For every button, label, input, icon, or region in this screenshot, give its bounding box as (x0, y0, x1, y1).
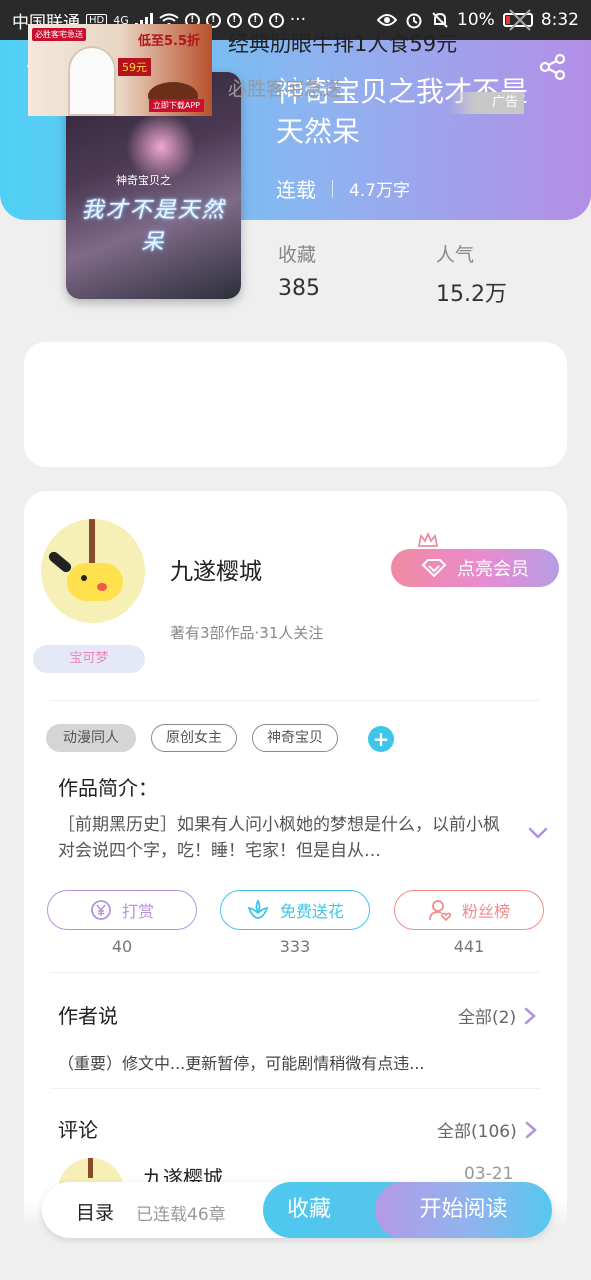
send-flower-button[interactable]: 免费送花 (220, 890, 370, 930)
alert-icon: ! (268, 12, 284, 28)
author-meta: 著有3部作品·31人关注 (170, 624, 324, 642)
popularity-label: 人气 (436, 244, 475, 266)
author-says-more-label: 全部(2) (458, 1008, 517, 1028)
author-note[interactable]: （重要）修文中...更新暂停，可能剧情稍微有点违... (58, 1050, 425, 1074)
fan-ranking-label: 粉丝榜 (461, 902, 510, 921)
favorites-value: 385 (278, 276, 320, 301)
avatar-pikachu (67, 563, 123, 601)
divider (50, 700, 540, 701)
tag-original-heroine[interactable]: 原创女主 (151, 724, 237, 752)
mute-bell-icon (432, 12, 448, 28)
cover-stylized-title: 我才不是天然呆 (81, 198, 226, 255)
ad-model-figure (68, 46, 116, 116)
chevron-right-icon (525, 1121, 537, 1138)
author-avatar[interactable] (41, 519, 145, 623)
comments-heading: 评论 (58, 1118, 98, 1142)
ad-image[interactable]: 必胜客宅急送 低至5.5折 59元 立即下载APP (28, 24, 212, 116)
ad-brand: 必胜客宅急送 (32, 28, 86, 41)
avatar-strap (88, 1158, 93, 1178)
comment-date: 03-21 (464, 1164, 514, 1184)
send-flower-label: 免费送花 (279, 902, 344, 921)
more-notifications-label: ··· (289, 10, 306, 30)
tag-pokemon[interactable]: 神奇宝贝 (252, 724, 338, 752)
eye-icon (377, 14, 398, 26)
flower-count: 333 (279, 937, 311, 956)
add-tag-icon[interactable]: + (368, 726, 394, 752)
intro-text[interactable]: ［前期黑历史］如果有人问小枫她的梦想是什么，以前小枫对会说四个字，吃！睡！宅家！… (58, 812, 514, 864)
tag-anime-fanfic[interactable]: 动漫同人 (46, 724, 136, 752)
avatar-strap (89, 519, 95, 567)
ad-price: 59元 (118, 58, 151, 76)
book-word-count: 4.7万字 (349, 181, 411, 201)
meta-divider (332, 179, 333, 198)
fan-count: 441 (453, 937, 485, 956)
fan-heart-icon (429, 900, 452, 922)
divider (50, 1088, 540, 1089)
flower-icon (247, 899, 269, 919)
battery-percent: 10% (457, 10, 495, 30)
book-meta: 连载 4.7万字 (276, 174, 410, 203)
author-says-heading: 作者说 (58, 1004, 118, 1028)
chevron-right-icon (524, 1007, 536, 1024)
alarm-icon (406, 13, 422, 29)
start-reading-button[interactable]: 开始阅读 (375, 1182, 552, 1238)
diamond-icon (421, 559, 447, 578)
tip-count: 40 (111, 937, 133, 956)
toc-button[interactable]: 目录 (76, 1198, 114, 1225)
yen-coin-icon (91, 900, 111, 920)
tip-button[interactable]: 打赏 (47, 890, 197, 930)
vip-button-label: 点亮会员 (457, 559, 529, 580)
avatar-cheek (97, 583, 107, 591)
cover-small-text: 神奇宝贝之 (116, 174, 171, 187)
ad-label: 广告 (448, 92, 524, 114)
vip-button[interactable]: 点亮会员 (391, 549, 559, 587)
chevron-down-icon[interactable] (528, 826, 548, 840)
comments-more-label: 全部(106) (437, 1122, 517, 1142)
close-icon[interactable] (508, 8, 532, 32)
book-status: 连载 (276, 178, 316, 202)
ad-title[interactable]: 经典肋眼牛排1人食59元 (228, 28, 457, 58)
favorites-label: 收藏 (278, 244, 317, 266)
alert-icon: ! (226, 12, 242, 28)
tip-label: 打赏 (121, 902, 154, 921)
ad-subtitle: 必胜客宅急送 (228, 78, 343, 100)
ad-card[interactable] (24, 342, 567, 467)
share-icon[interactable] (538, 52, 568, 82)
alert-icon: ! (247, 12, 263, 28)
comments-more-link[interactable]: 全部(106) (437, 1117, 537, 1142)
crown-icon (417, 531, 439, 547)
clock: 8:32 (540, 10, 579, 30)
fan-ranking-button[interactable]: 粉丝榜 (394, 890, 544, 930)
author-badge: 宝可梦 (33, 645, 145, 673)
author-name[interactable]: 九遂樱城 (170, 552, 262, 586)
avatar-eye (81, 575, 87, 581)
divider (50, 972, 540, 973)
intro-heading: 作品简介： (58, 776, 158, 800)
chapter-count: 已连载46章 (136, 1205, 226, 1225)
ad-promo: 低至5.5折 (138, 34, 201, 49)
popularity-value: 15.2万 (436, 282, 507, 307)
ad-download-label: 立即下载APP (148, 99, 204, 112)
author-says-more-link[interactable]: 全部(2) (458, 1003, 536, 1028)
